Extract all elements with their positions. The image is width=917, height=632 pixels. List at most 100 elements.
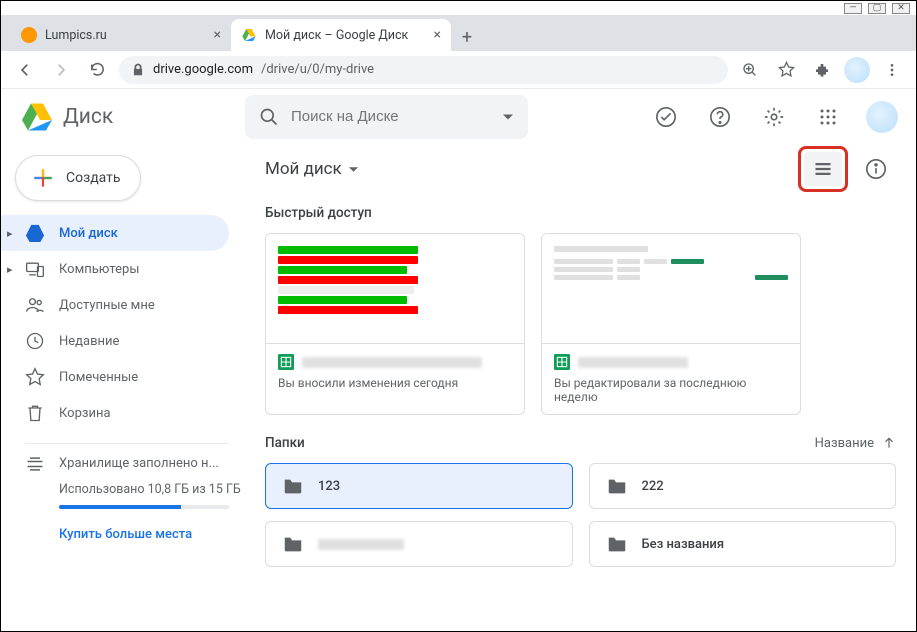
folder-icon xyxy=(606,533,628,555)
tab-title: Мой диск – Google Диск xyxy=(265,28,408,43)
main-area: Мой диск Быстрый доступ xyxy=(245,145,916,631)
sheets-icon xyxy=(278,354,294,370)
expand-icon[interactable]: ▸ xyxy=(7,227,13,240)
sidebar-item-computers[interactable]: ▸ Компьютеры xyxy=(1,251,229,287)
tab-title: Lumpics.ru xyxy=(45,28,107,43)
search-input[interactable] xyxy=(291,108,490,125)
sidebar-item-shared[interactable]: Доступные мне xyxy=(1,287,229,323)
buy-storage-link[interactable]: Купить больше места xyxy=(59,527,245,542)
quick-access-card[interactable]: Вы вносили изменения сегодня xyxy=(265,233,525,415)
nav-label: Корзина xyxy=(59,406,111,421)
settings-button[interactable] xyxy=(754,97,794,137)
drive-icon xyxy=(25,223,45,243)
zoom-button[interactable] xyxy=(736,56,764,84)
browser-menu-button[interactable] xyxy=(878,56,906,84)
search-box[interactable] xyxy=(245,95,528,139)
nav-label: Компьютеры xyxy=(59,262,139,277)
folder-item[interactable] xyxy=(265,521,573,567)
bookmark-button[interactable] xyxy=(772,56,800,84)
favicon-icon xyxy=(21,27,37,43)
expand-icon[interactable]: ▸ xyxy=(7,263,13,276)
lock-icon xyxy=(131,63,145,77)
storage-title: Хранилище заполнено н... xyxy=(59,454,219,474)
folder-icon xyxy=(282,475,304,497)
address-bar[interactable]: drive.google.com/drive/u/0/my-drive xyxy=(119,56,728,84)
profile-avatar[interactable] xyxy=(844,57,870,83)
reload-button[interactable] xyxy=(83,56,111,84)
sidebar-item-trash[interactable]: Корзина xyxy=(1,395,229,431)
drive-favicon-icon xyxy=(241,27,257,43)
browser-tab-lumpics[interactable]: Lumpics.ru × xyxy=(11,19,231,51)
quick-access-card[interactable]: Вы редактировали за последнюю неделю xyxy=(541,233,801,415)
nav-label: Доступные мне xyxy=(59,298,155,313)
window-minimize-button[interactable]: — xyxy=(844,3,862,14)
storage-progressbar xyxy=(59,505,229,509)
drive-logo-icon xyxy=(19,99,55,135)
quick-access-label: Быстрый доступ xyxy=(245,193,916,233)
list-icon xyxy=(813,160,833,178)
product-name: Диск xyxy=(63,105,113,129)
chevron-down-icon xyxy=(348,164,359,175)
nav-label: Помеченные xyxy=(59,370,138,385)
search-icon xyxy=(259,107,279,127)
callout-highlight xyxy=(798,146,848,192)
quick-subtitle: Вы редактировали за последнюю неделю xyxy=(554,376,788,404)
browser-tabstrip: Lumpics.ru × Мой диск – Google Диск × + xyxy=(1,15,916,51)
trash-icon xyxy=(25,403,45,423)
forward-button[interactable] xyxy=(47,56,75,84)
window-titlebar: — ▢ ✕ xyxy=(1,1,916,15)
storage-used: Использовано 10,8 ГБ из 15 ГБ xyxy=(59,482,245,497)
plus-icon xyxy=(30,165,56,191)
sidebar-item-recent[interactable]: Недавние xyxy=(1,323,229,359)
quick-subtitle: Вы вносили изменения сегодня xyxy=(278,376,512,390)
folder-name: Без названия xyxy=(642,537,725,552)
browser-toolbar: drive.google.com/drive/u/0/my-drive xyxy=(1,51,916,89)
folders-label: Папки xyxy=(265,435,305,451)
window-maximize-button[interactable]: ▢ xyxy=(868,3,886,14)
cloud-icon xyxy=(25,454,45,474)
details-button[interactable] xyxy=(856,149,896,189)
url-domain: drive.google.com xyxy=(153,62,253,77)
app-header: Диск xyxy=(1,89,916,145)
new-tab-button[interactable]: + xyxy=(453,23,481,51)
folder-item[interactable]: Без названия xyxy=(589,521,897,567)
nav-label: Мой диск xyxy=(59,226,118,241)
folder-icon xyxy=(282,533,304,555)
apps-button[interactable] xyxy=(808,97,848,137)
ready-offline-button[interactable] xyxy=(646,97,686,137)
people-icon xyxy=(25,295,45,315)
sidebar-item-starred[interactable]: Помеченные xyxy=(1,359,229,395)
browser-tab-drive[interactable]: Мой диск – Google Диск × xyxy=(231,19,451,51)
folder-name-blurred xyxy=(318,539,404,550)
storage-section[interactable]: Хранилище заполнено н... xyxy=(1,454,245,474)
list-view-button[interactable] xyxy=(804,152,842,186)
create-button[interactable]: Создать xyxy=(15,155,141,201)
clock-icon xyxy=(25,331,45,351)
main-header: Мой диск xyxy=(245,145,916,193)
arrow-up-icon xyxy=(882,436,896,450)
chevron-down-icon[interactable] xyxy=(502,111,514,123)
file-title-blurred xyxy=(302,357,482,368)
folder-item[interactable]: 123 xyxy=(265,463,573,509)
create-label: Создать xyxy=(66,170,121,186)
support-button[interactable] xyxy=(700,97,740,137)
file-title-blurred xyxy=(578,357,688,368)
account-avatar[interactable] xyxy=(866,101,898,133)
folder-name: 123 xyxy=(318,479,340,494)
url-path: /drive/u/0/my-drive xyxy=(261,62,374,77)
sidebar-item-mydrive[interactable]: ▸ Мой диск xyxy=(1,215,229,251)
tab-close-button[interactable]: × xyxy=(434,27,441,43)
breadcrumb[interactable]: Мой диск xyxy=(265,159,359,179)
sheets-icon xyxy=(554,354,570,370)
folder-item[interactable]: 222 xyxy=(589,463,897,509)
devices-icon xyxy=(25,259,45,279)
star-icon xyxy=(25,367,45,387)
tab-close-button[interactable]: × xyxy=(214,27,221,43)
sidebar: Создать ▸ Мой диск ▸ Компьютеры Доступны… xyxy=(1,145,245,631)
sort-by[interactable]: Название xyxy=(815,436,896,451)
window-close-button[interactable]: ✕ xyxy=(892,3,910,14)
back-button[interactable] xyxy=(11,56,39,84)
folder-name: 222 xyxy=(642,479,664,494)
nav-label: Недавние xyxy=(59,334,119,349)
extensions-button[interactable] xyxy=(808,56,836,84)
